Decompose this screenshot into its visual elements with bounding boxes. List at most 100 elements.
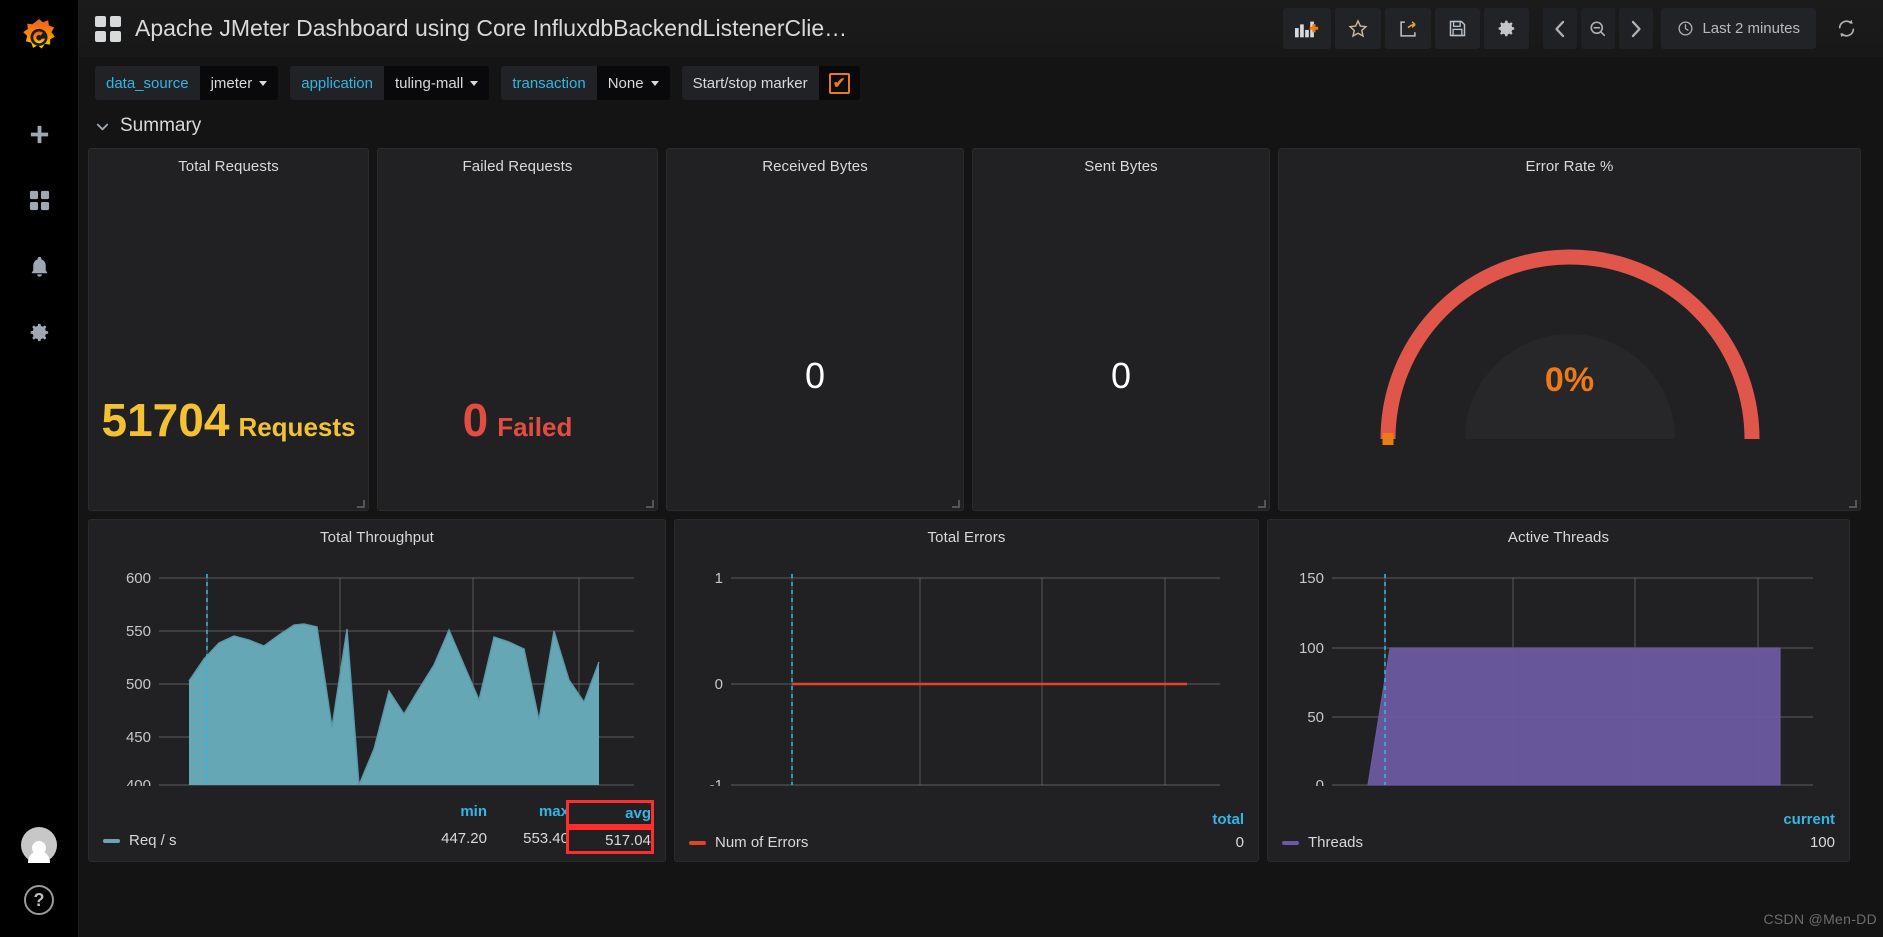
legend-col-avg: avg <box>566 800 654 827</box>
sidebar-item-configuration[interactable] <box>19 312 59 352</box>
grafana-logo[interactable] <box>15 14 63 62</box>
total-errors-panel[interactable]: Total Errors 1 0 -1 total Num of Errors … <box>674 519 1259 862</box>
sidebar-item-alerting[interactable] <box>19 246 59 286</box>
variable-value-transaction: None <box>607 74 644 92</box>
y-tick: 50 <box>1307 709 1324 726</box>
total-throughput-panel[interactable]: Total Throughput 600 550 500 450 400 min… <box>88 519 666 862</box>
variable-select-transaction[interactable]: None <box>596 66 670 100</box>
legend-series-label: Num of Errors <box>715 834 809 851</box>
variable-start-stop-marker: Start/stop marker ✔ <box>681 66 860 100</box>
time-nav-group <box>1543 8 1654 49</box>
legend-series-label: Req / s <box>129 832 177 849</box>
user-avatar[interactable] <box>21 827 57 863</box>
zoom-out-button[interactable] <box>1581 8 1616 49</box>
page-title: Apache JMeter Dashboard using Core Influ… <box>135 15 848 41</box>
panel-title: Total Throughput <box>320 529 434 546</box>
variable-select-data_source[interactable]: jmeter <box>199 66 279 100</box>
legend-color-swatch <box>103 838 120 843</box>
panel-title: Failed Requests <box>462 158 573 175</box>
panel-resize-handle[interactable] <box>952 500 960 508</box>
total-requests-panel[interactable]: Total Requests 51704 Requests <box>88 148 369 511</box>
stat-value: 0 <box>462 394 489 446</box>
watermark: CSDN @Men-DD <box>1763 911 1877 927</box>
y-tick: 1 <box>715 570 723 587</box>
stat-unit: Requests <box>238 412 356 442</box>
sidebar: ? <box>0 0 79 937</box>
legend-value-current: 100 <box>1809 834 1835 851</box>
y-tick: 0 <box>1316 777 1324 786</box>
legend-series[interactable]: Threads <box>1282 834 1363 851</box>
variable-transaction: transaction None <box>501 66 670 100</box>
chevron-down-icon <box>95 119 110 134</box>
save-button[interactable] <box>1435 8 1481 49</box>
active-threads-plot: 150 100 50 0 <box>1268 546 1849 830</box>
legend-series[interactable]: Req / s <box>103 832 177 849</box>
error-rate-panel[interactable]: Error Rate % 0% <box>1278 148 1861 511</box>
variable-application: application tuling-mall <box>290 66 490 100</box>
variable-label-data_source: data_source <box>95 66 200 100</box>
sidebar-item-dashboards[interactable] <box>19 180 59 220</box>
panel-grid: Total Requests 51704 Requests Failed Req… <box>79 143 1883 862</box>
legend-col-total: total <box>1212 811 1244 828</box>
legend-col-max: max <box>538 803 569 820</box>
row-header-summary[interactable]: Summary <box>79 109 1883 143</box>
error-rate-gauge <box>1279 175 1860 493</box>
legend: total Num of Errors 0 <box>675 811 1258 861</box>
add-panel-button[interactable] <box>1283 8 1332 49</box>
legend-value-min: 447.20 <box>441 830 487 847</box>
panel-title: Active Threads <box>1507 529 1610 546</box>
failed-requests-panel[interactable]: Failed Requests 0 Failed <box>377 148 658 511</box>
active-threads-panel[interactable]: Active Threads 150 100 50 0 current Thre… <box>1267 519 1850 862</box>
time-range-picker[interactable]: Last 2 minutes <box>1661 8 1816 49</box>
share-button[interactable] <box>1385 8 1432 49</box>
legend-series-label: Threads <box>1308 834 1364 851</box>
y-tick: 0 <box>715 676 723 693</box>
time-shift-back-button[interactable] <box>1543 8 1578 49</box>
time-range-label: Last 2 minutes <box>1702 20 1800 37</box>
panel-title: Received Bytes <box>762 158 868 175</box>
panel-resize-handle[interactable] <box>1849 500 1857 508</box>
sidebar-item-create[interactable] <box>19 114 59 154</box>
variable-label-transaction: transaction <box>501 66 597 100</box>
panel-title: Sent Bytes <box>1084 158 1158 175</box>
y-tick: 500 <box>126 676 151 693</box>
stat-value: 0 <box>1110 355 1132 396</box>
legend-color-swatch <box>1282 840 1299 845</box>
y-tick: 450 <box>126 729 151 746</box>
star-button[interactable] <box>1335 8 1382 49</box>
time-shift-forward-button[interactable] <box>1619 8 1654 49</box>
start-stop-marker-checkbox[interactable]: ✔ <box>818 66 860 100</box>
y-tick: 400 <box>126 777 151 786</box>
chevron-down-icon <box>650 80 659 86</box>
variable-value-data_source: jmeter <box>210 74 253 92</box>
panel-resize-handle[interactable] <box>1258 500 1266 508</box>
panel-title: Error Rate % <box>1525 158 1614 175</box>
variable-select-application[interactable]: tuling-mall <box>383 66 490 100</box>
total-errors-plot: 1 0 -1 <box>675 546 1258 830</box>
panel-title: Total Errors <box>927 529 1006 546</box>
legend-value-max: 553.40 <box>523 830 569 847</box>
chevron-down-icon <box>470 80 479 86</box>
panel-resize-handle[interactable] <box>646 500 654 508</box>
panel-resize-handle[interactable] <box>357 500 365 508</box>
y-tick: 100 <box>1299 640 1324 657</box>
refresh-button[interactable] <box>1824 8 1869 49</box>
series-area <box>1367 647 1781 786</box>
chevron-down-icon <box>259 80 268 86</box>
settings-button[interactable] <box>1484 8 1530 49</box>
sent-bytes-panel[interactable]: Sent Bytes 0 <box>972 148 1270 511</box>
help-icon[interactable]: ? <box>24 885 54 915</box>
template-variables-bar: data_source jmeter application tuling-ma… <box>79 61 1883 105</box>
variable-data_source: data_source jmeter <box>95 66 279 100</box>
total-throughput-plot: 600 550 500 450 400 <box>89 546 665 830</box>
clock-icon <box>1677 20 1694 37</box>
panel-title: Total Requests <box>178 158 279 175</box>
legend-col-current: current <box>1783 811 1835 828</box>
stat-unit: Failed <box>497 412 573 442</box>
dashboard-toolbar: Apache JMeter Dashboard using Core Influ… <box>79 0 1883 57</box>
dashboard-grid-icon <box>95 15 121 42</box>
panel-row-1: Total Requests 51704 Requests Failed Req… <box>88 148 1874 511</box>
received-bytes-panel[interactable]: Received Bytes 0 <box>666 148 964 511</box>
row-title: Summary <box>120 115 202 136</box>
legend-series[interactable]: Num of Errors <box>689 834 808 851</box>
